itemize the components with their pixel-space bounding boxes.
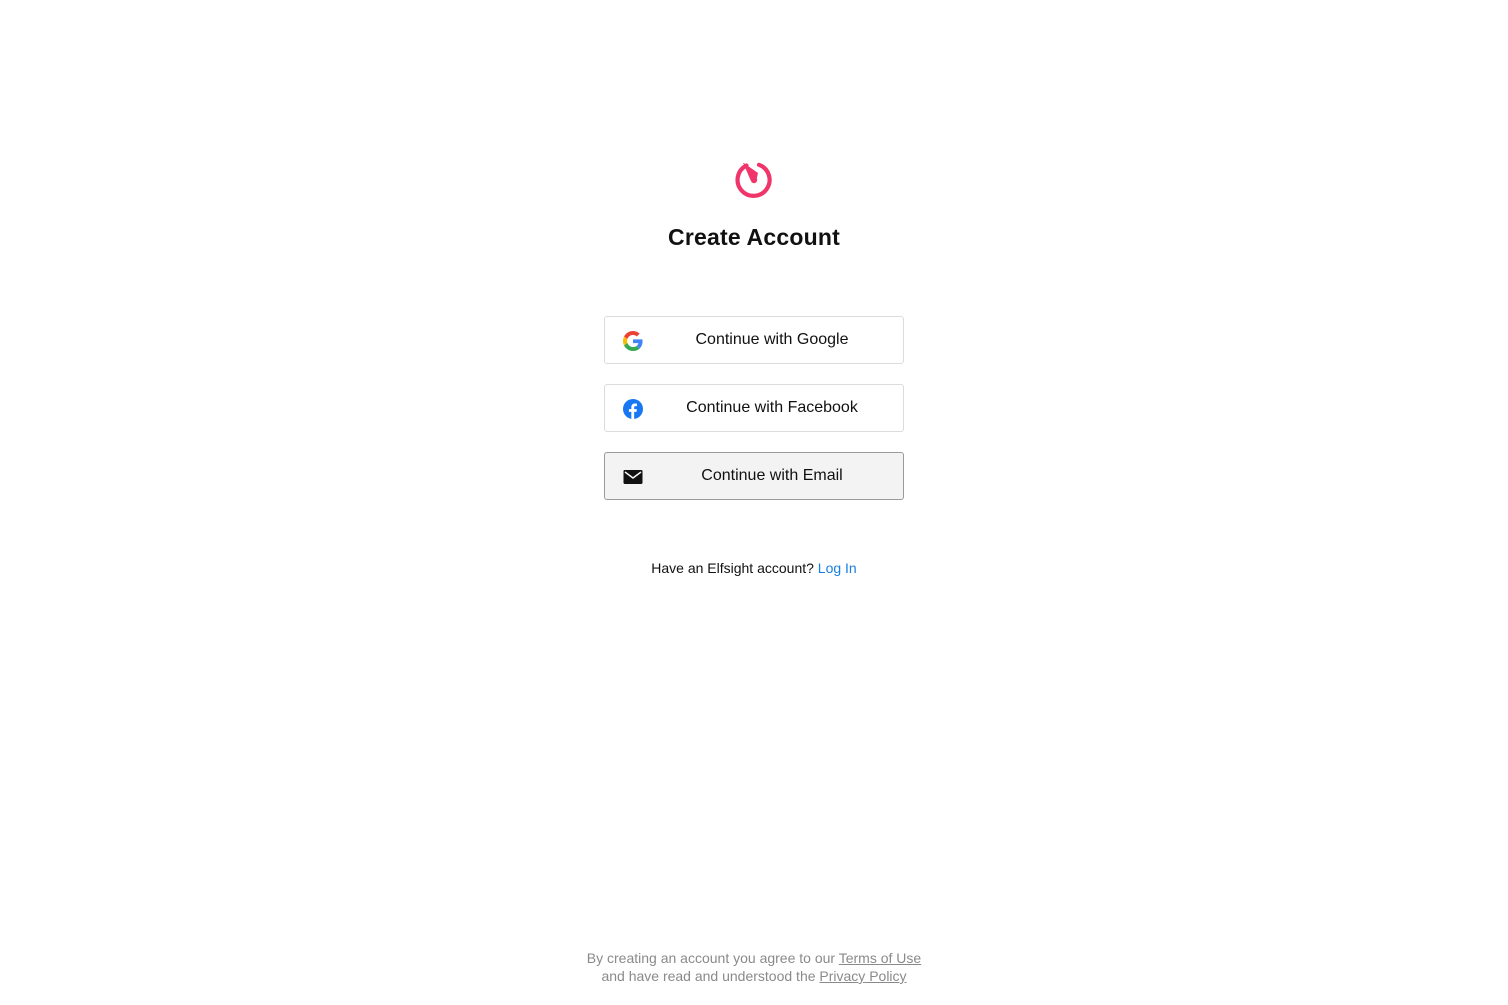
- legal-line-2: and have read and understood the Privacy…: [0, 967, 1508, 985]
- envelope-icon: [623, 470, 643, 484]
- continue-with-email-button[interactable]: Continue with Email: [604, 452, 904, 500]
- continue-with-google-button[interactable]: Continue with Google: [604, 316, 904, 364]
- legal-line-1: By creating an account you agree to our …: [0, 949, 1508, 967]
- page-title: Create Account: [668, 224, 840, 250]
- signup-page: Create Account Continue with Google Cont…: [0, 0, 1508, 1005]
- continue-with-facebook-button[interactable]: Continue with Facebook: [604, 384, 904, 432]
- google-icon: [623, 331, 643, 351]
- terms-of-use-link[interactable]: Terms of Use: [839, 950, 921, 966]
- elfsight-logo-icon: [735, 162, 772, 198]
- continue-with-google-label: Continue with Google: [695, 331, 849, 348]
- legal-privacy-prefix: and have read and understood the: [601, 968, 816, 984]
- login-prompt-text: Have an Elfsight account?: [651, 560, 814, 576]
- facebook-icon: [623, 399, 643, 419]
- privacy-policy-link[interactable]: Privacy Policy: [819, 968, 906, 984]
- legal-notice: By creating an account you agree to our …: [0, 949, 1508, 985]
- log-in-link[interactable]: Log In: [818, 560, 857, 576]
- continue-with-email-label: Continue with Email: [701, 467, 843, 484]
- continue-with-facebook-label: Continue with Facebook: [686, 399, 858, 416]
- login-prompt-row: Have an Elfsight account? Log In: [0, 560, 1508, 576]
- legal-terms-prefix: By creating an account you agree to our: [586, 950, 836, 966]
